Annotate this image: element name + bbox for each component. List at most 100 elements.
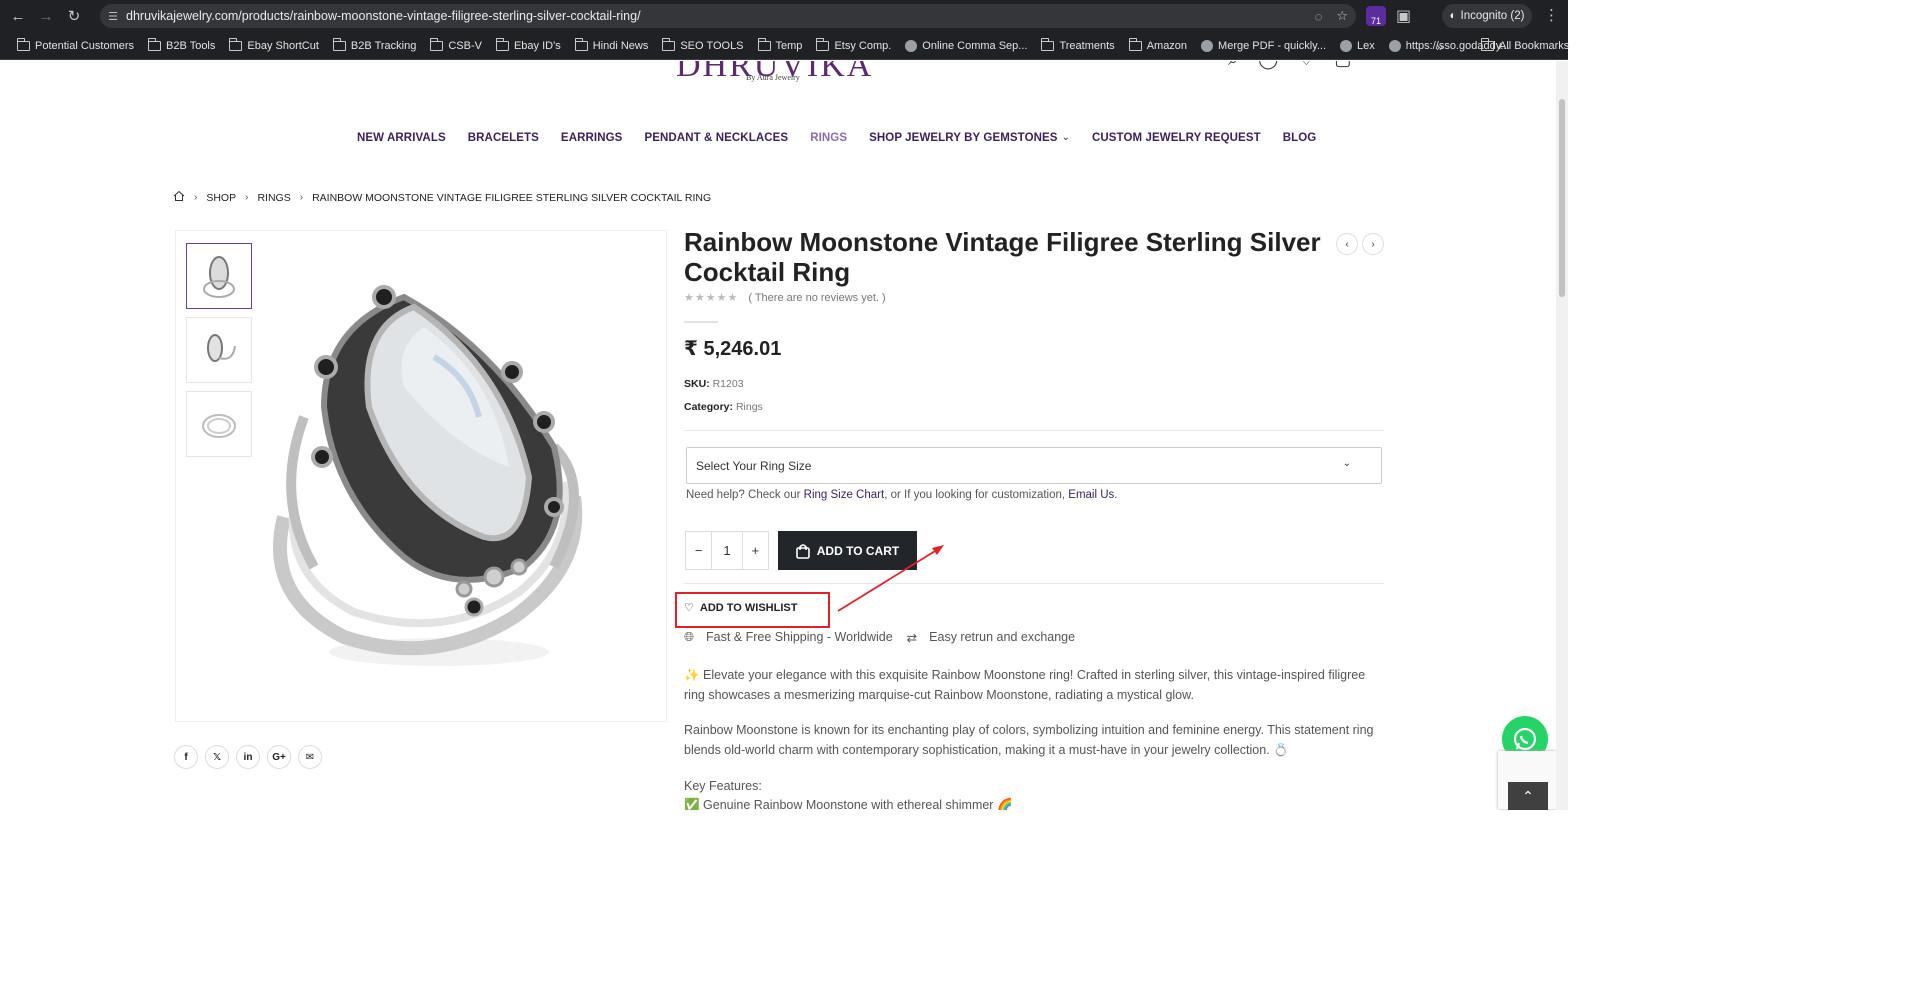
folder-icon	[1041, 37, 1055, 51]
linkedin-icon[interactable]: in	[236, 745, 260, 769]
next-product-icon[interactable]: ›	[1362, 233, 1384, 255]
folder-icon	[662, 37, 676, 51]
page-icon	[905, 39, 918, 52]
breadcrumb: › SHOP › RINGS › RAINBOW MOONSTONE VINTA…	[173, 190, 711, 205]
forward-icon[interactable]: →	[32, 2, 60, 30]
email-icon[interactable]: ✉	[298, 745, 322, 769]
bookmark-item[interactable]: Treatments	[1034, 35, 1121, 57]
godaddy-icon	[1388, 39, 1401, 52]
breadcrumb-current: RAINBOW MOONSTONE VINTAGE FILIGREE STERL…	[312, 191, 712, 204]
facebook-icon[interactable]: f	[174, 745, 198, 769]
bookmark-item[interactable]: Lex	[1333, 35, 1382, 57]
quantity-stepper: − 1 +	[685, 531, 769, 570]
star-rating-icon: ★★★★★	[684, 292, 739, 304]
bookmark-label: Ebay ID's	[513, 39, 561, 52]
scroll-to-top-button[interactable]: ⌃	[1508, 782, 1548, 810]
product-thumbnail-1[interactable]	[186, 243, 252, 309]
annotation-arrow	[837, 545, 944, 612]
bookmark-star-icon[interactable]: ☆	[1336, 8, 1348, 24]
bookmark-item[interactable]: Potential Customers	[10, 35, 141, 57]
bookmark-item[interactable]: B2B Tracking	[326, 35, 423, 57]
bookmark-item[interactable]: Ebay ShortCut	[222, 35, 326, 57]
returns-text: Easy retrun and exchange	[929, 630, 1076, 644]
nav-item[interactable]: CUSTOM JEWELRY REQUEST	[1092, 132, 1261, 144]
bookmark-item[interactable]: Amazon	[1122, 35, 1194, 57]
search-icon[interactable]: ⌕	[1228, 61, 1238, 70]
bookmark-item[interactable]: B2B Tools	[141, 35, 222, 57]
puzzle-icon[interactable]: ▣	[1396, 6, 1411, 26]
main-navigation: NEW ARRIVALS BRACELETS EARRINGS PENDANT & N…	[357, 132, 1316, 144]
cart-icon[interactable]: ▢	[1334, 61, 1351, 70]
product-thumbnail-2[interactable]	[186, 317, 252, 383]
bookmark-item[interactable]: Online Comma Sep...	[898, 35, 1034, 57]
bookmark-item[interactable]: Ebay ID's	[489, 35, 568, 57]
google-plus-icon[interactable]: G+	[267, 745, 291, 769]
bookmark-label: Online Comma Sep...	[922, 39, 1028, 52]
bookmark-item[interactable]: Merge PDF - quickly...	[1194, 35, 1333, 57]
extension-badge: 71	[1370, 16, 1381, 26]
bookmark-item[interactable]: CSB-V	[423, 35, 489, 57]
url-text[interactable]: dhruvikajewelry.com/products/rainbow-moo…	[126, 9, 641, 23]
bookmark-label: Lex	[1357, 39, 1375, 52]
product-title: Rainbow Moonstone Vintage Filigree Sterl…	[684, 227, 1321, 287]
kebab-menu-icon[interactable]: ⋮	[1544, 6, 1559, 24]
heart-icon[interactable]: ♡	[1298, 61, 1314, 70]
bookmarks-bar: Potential Customers B2B Tools Ebay ShortCu…	[0, 32, 1568, 60]
prev-product-icon[interactable]: ‹	[1336, 233, 1358, 255]
nav-item[interactable]: BRACELETS	[468, 132, 539, 144]
more-bookmarks-icon[interactable]: »	[1436, 32, 1443, 60]
nav-item[interactable]: BLOG	[1283, 132, 1317, 144]
extension-icon[interactable]: 71	[1366, 6, 1386, 26]
nav-item[interactable]: PENDANT & NECKLACES	[644, 132, 788, 144]
ring-size-chart-link[interactable]: Ring Size Chart	[804, 489, 885, 501]
scrollbar-thumb[interactable]	[1559, 99, 1565, 297]
x-twitter-icon[interactable]: 𝕏	[205, 745, 229, 769]
decrement-button[interactable]: −	[686, 532, 711, 569]
breadcrumb-rings[interactable]: RINGS	[257, 192, 290, 204]
product-thumbnail-3[interactable]	[186, 391, 252, 457]
sku-value: R1203	[712, 378, 744, 390]
reload-icon[interactable]: ↻	[60, 2, 88, 30]
bookmark-item[interactable]: Hindi News	[568, 35, 656, 57]
nav-item[interactable]: NEW ARRIVALS	[357, 132, 446, 144]
product-rating: ★★★★★ ( There are no reviews yet. )	[684, 291, 886, 305]
whatsapp-icon	[1513, 727, 1537, 751]
eye-off-icon[interactable]: ◌	[1315, 9, 1323, 24]
increment-button[interactable]: +	[743, 532, 768, 569]
bookmark-item[interactable]: Etsy Comp.	[809, 35, 898, 57]
bookmark-item[interactable]: SEO TOOLS	[655, 35, 750, 57]
home-icon[interactable]	[173, 190, 185, 205]
nav-item[interactable]: SHOP JEWELRY BY GEMSTONES	[869, 132, 1057, 144]
reviews-link[interactable]: ( There are no reviews yet. )	[748, 292, 885, 304]
chevron-right-icon: ›	[194, 192, 198, 203]
description-paragraph-1: ✨ Elevate your elegance with this exquis…	[684, 668, 1366, 702]
breadcrumb-shop[interactable]: SHOP	[206, 192, 236, 204]
address-bar[interactable]: ☰ dhruvikajewelry.com/products/rainbow-m…	[100, 4, 1356, 28]
bookmark-label: Ebay ShortCut	[247, 39, 319, 52]
exchange-icon: ⇄	[906, 631, 918, 645]
site-info-icon[interactable]: ☰	[100, 10, 126, 23]
bookmark-label: Hindi News	[592, 39, 649, 52]
quantity-input[interactable]: 1	[711, 532, 743, 569]
shipping-text: Fast & Free Shipping - Worldwide	[706, 630, 893, 644]
incognito-button[interactable]: ◐ Incognito (2)	[1442, 4, 1532, 28]
user-icon[interactable]: ◯	[1258, 61, 1278, 70]
back-icon[interactable]: ←	[4, 2, 32, 30]
nav-item[interactable]: EARRINGS	[561, 132, 623, 144]
annotation-highlight-box	[675, 592, 830, 628]
bookmark-label: B2B Tools	[166, 39, 216, 52]
browser-toolbar: ← → ↻ ☰ dhruvikajewelry.com/products/rai…	[0, 0, 1568, 32]
category-link[interactable]: Rings	[736, 401, 763, 413]
shipping-info: 🌐︎ Fast & Free Shipping - Worldwide ⇄ Ea…	[684, 630, 1075, 645]
page-scrollbar[interactable]	[1556, 61, 1568, 810]
shopping-bag-icon	[795, 543, 810, 559]
folder-icon	[816, 37, 830, 51]
email-us-link[interactable]: Email Us	[1068, 489, 1114, 501]
bookmark-item[interactable]: Temp	[751, 35, 810, 57]
product-main-image[interactable]	[254, 267, 614, 672]
pdf-icon	[1201, 39, 1214, 52]
all-bookmarks[interactable]: All Bookmarks	[1474, 32, 1576, 60]
sku-label: SKU:	[684, 378, 710, 390]
nav-item[interactable]: RINGS	[810, 132, 847, 144]
ring-size-select[interactable]: Select Your Ring Size ⌄	[686, 447, 1382, 484]
